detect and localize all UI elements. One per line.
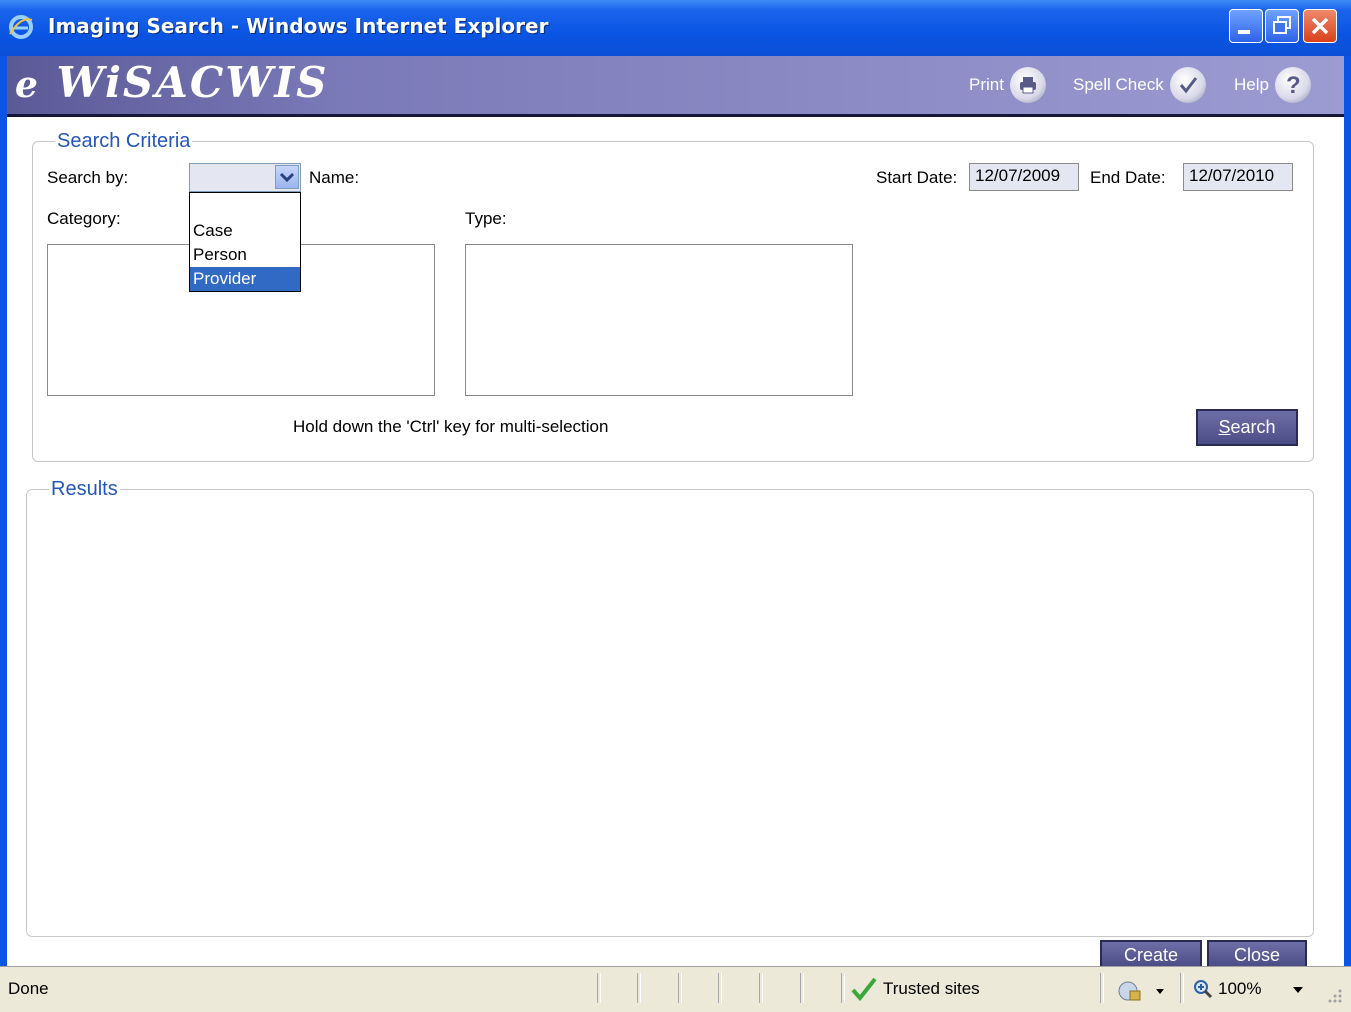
window-title: Imaging Search - Windows Internet Explor…	[48, 14, 549, 38]
chevron-down-icon	[1293, 987, 1303, 993]
search-by-dropdown-list: Case Person Provider	[189, 192, 301, 292]
status-text: Done	[8, 979, 49, 998]
spell-check-link[interactable]: Spell Check	[1073, 66, 1206, 104]
zoom-button[interactable]: 100%	[1192, 975, 1312, 1005]
end-date-label: End Date:	[1090, 168, 1166, 187]
status-divider	[1180, 973, 1184, 1003]
zoom-magnifier-icon	[1194, 980, 1213, 999]
close-icon	[1311, 17, 1329, 35]
svg-text:?: ?	[1286, 72, 1301, 98]
brand-prefix: e	[15, 64, 40, 106]
end-date-field[interactable]: 12/07/2010	[1183, 163, 1293, 191]
status-divider	[678, 973, 682, 1003]
search-by-select[interactable]	[189, 163, 301, 192]
results-legend: Results	[49, 478, 120, 501]
page-content: e WiSACWIS Print Spell Check Help ? Sear…	[7, 56, 1344, 966]
dropdown-arrow-button[interactable]	[275, 165, 299, 189]
brand-name: WiSACWIS	[56, 58, 329, 107]
dropdown-option-blank[interactable]	[190, 193, 300, 219]
status-divider	[841, 973, 845, 1003]
search-button[interactable]: Search	[1196, 409, 1298, 446]
title-bar[interactable]: Imaging Search - Windows Internet Explor…	[0, 0, 1351, 56]
status-divider	[597, 973, 601, 1003]
close-button[interactable]: Close	[1207, 940, 1307, 966]
protected-mode-button[interactable]	[1114, 975, 1170, 1005]
checkmark-icon	[851, 977, 877, 1002]
print-label: Print	[969, 75, 1004, 94]
restore-icon	[1273, 16, 1291, 34]
search-criteria-legend: Search Criteria	[55, 130, 193, 153]
results-group	[26, 489, 1314, 937]
type-listbox[interactable]	[465, 244, 853, 396]
dropdown-option-provider[interactable]: Provider	[190, 267, 300, 291]
create-button[interactable]: Create	[1100, 940, 1202, 966]
app-logo: e WiSACWIS	[15, 58, 328, 107]
zoom-level: 100%	[1218, 979, 1262, 998]
help-label: Help	[1234, 75, 1269, 94]
status-divider	[759, 973, 763, 1003]
internet-explorer-icon	[9, 15, 33, 39]
print-link[interactable]: Print	[969, 66, 1046, 104]
multi-select-hint: Hold down the 'Ctrl' key for multi-selec…	[293, 417, 609, 436]
search-button-accesskey: S	[1218, 417, 1231, 437]
security-zone-label: Trusted sites	[883, 979, 980, 998]
lock-globe-icon	[1118, 981, 1164, 1001]
resize-grip-icon[interactable]	[1324, 985, 1344, 1005]
start-date-field[interactable]: 12/07/2009	[969, 163, 1079, 191]
spell-check-icon	[1169, 67, 1206, 103]
app-header: e WiSACWIS Print Spell Check Help ?	[7, 56, 1344, 117]
dropdown-option-person[interactable]: Person	[190, 243, 300, 267]
help-link[interactable]: Help ?	[1234, 66, 1311, 104]
chevron-down-icon	[279, 172, 295, 183]
minimize-icon	[1238, 30, 1250, 34]
start-date-label: Start Date:	[876, 168, 958, 187]
browser-window: Imaging Search - Windows Internet Explor…	[0, 0, 1351, 1012]
search-button-label: earch	[1230, 417, 1276, 437]
status-divider	[1100, 973, 1104, 1003]
help-icon: ?	[1274, 67, 1311, 103]
restore-button[interactable]	[1265, 9, 1299, 43]
close-window-button[interactable]	[1303, 9, 1337, 43]
spell-check-label: Spell Check	[1073, 75, 1164, 94]
status-bar: Done Trusted sites 100%	[0, 966, 1351, 1012]
status-divider	[800, 973, 804, 1003]
status-divider	[718, 973, 722, 1003]
printer-icon	[1009, 67, 1046, 103]
search-by-label: Search by:	[47, 168, 129, 187]
type-label: Type:	[465, 209, 507, 228]
status-divider	[637, 973, 641, 1003]
dropdown-option-case[interactable]: Case	[190, 219, 300, 243]
minimize-button[interactable]	[1229, 9, 1263, 43]
category-label: Category:	[47, 209, 121, 228]
name-label: Name:	[309, 168, 360, 187]
